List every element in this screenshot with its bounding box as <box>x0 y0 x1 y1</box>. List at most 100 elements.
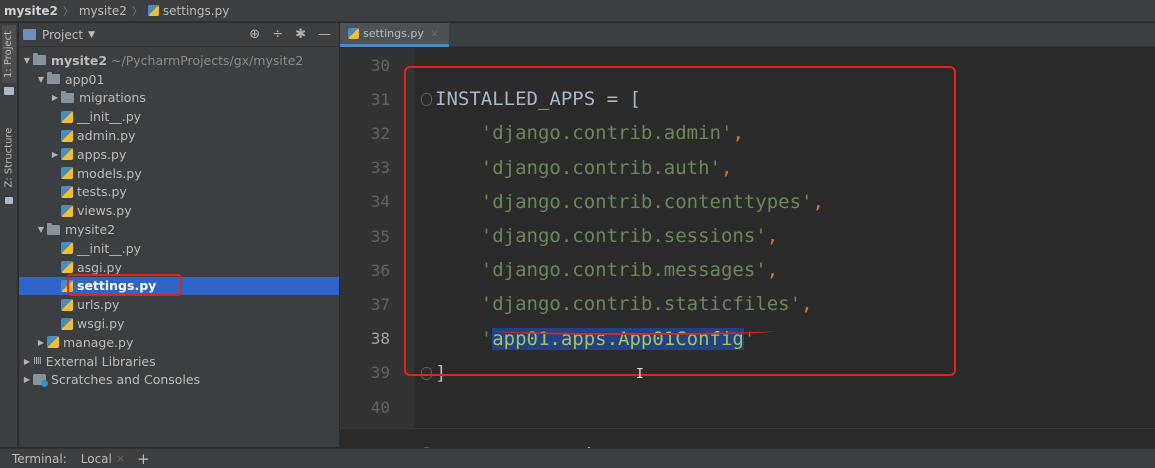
project-panel: Project ▼ ⊕ ÷ ✱ — ▼ mysite2 ~/PycharmProje… <box>19 23 339 447</box>
project-panel-header: Project ▼ ⊕ ÷ ✱ — <box>19 23 339 47</box>
tree-item-label: External Libraries <box>45 353 156 369</box>
tree-item[interactable]: views.py <box>19 201 339 220</box>
terminal-label[interactable]: Terminal: <box>12 452 67 466</box>
tree-item-label: app01 <box>65 71 105 87</box>
tree-item-label: mysite2 <box>65 222 116 238</box>
project-view-icon <box>23 29 36 40</box>
python-file-icon <box>61 167 73 180</box>
tree-item-label: __init__.py <box>77 240 142 256</box>
editor-tab-bar: settings.py × <box>340 23 1155 47</box>
close-icon[interactable]: × <box>116 452 125 465</box>
bottom-tool-bar: Terminal: Local × + <box>0 448 1155 468</box>
line-number: 37 <box>370 294 390 314</box>
tree-item[interactable]: ▶ manage.py <box>19 333 339 352</box>
tree-item-label: mysite2 <box>51 52 108 68</box>
tree-item-label: apps.py <box>77 146 127 162</box>
project-tool-button[interactable]: 1: Project <box>2 25 16 83</box>
tree-item[interactable]: ▼ mysite2 ~/PycharmProjects/gx/mysite2 <box>19 51 339 70</box>
python-file-icon <box>61 129 73 142</box>
close-icon[interactable]: × <box>430 27 439 40</box>
project-view-selector[interactable]: Project <box>42 28 83 42</box>
tree-item[interactable]: ▶ IIII External Libraries <box>19 352 339 371</box>
chevron-right-icon: 〉 <box>62 4 74 18</box>
text-cursor-icon: I <box>636 367 644 382</box>
chevron-right-icon: 〉 <box>131 4 143 18</box>
tree-item[interactable]: ▼ mysite2 <box>19 220 339 239</box>
collapse-arrow-icon[interactable]: ▶ <box>49 150 61 159</box>
collapse-arrow-icon[interactable]: ▶ <box>35 338 47 347</box>
python-file-icon <box>61 204 73 217</box>
line-number: 30 <box>370 55 390 75</box>
line-number: 34 <box>370 192 390 212</box>
folder-icon <box>33 53 46 66</box>
tree-item[interactable]: ▶ migrations <box>19 89 339 108</box>
python-file-icon <box>61 148 73 161</box>
line-number: 33 <box>370 158 390 178</box>
tree-item[interactable]: admin.py <box>19 126 339 145</box>
collapse-all-icon[interactable]: ÷ <box>272 27 283 42</box>
expand-arrow-icon[interactable]: ▼ <box>21 56 33 65</box>
annotation-highlight-box <box>67 274 182 296</box>
line-number: 39 <box>370 363 390 383</box>
collapse-arrow-icon[interactable]: ▶ <box>21 357 33 366</box>
structure-tool-button[interactable]: Z: Structure <box>2 121 16 193</box>
tree-item-label: migrations <box>79 90 146 106</box>
tree-item[interactable]: tests.py <box>19 183 339 202</box>
tree-item-label: asgi.py <box>77 259 122 275</box>
python-file-icon <box>61 317 73 330</box>
project-tree: ▼ mysite2 ~/PycharmProjects/gx/mysite2 ▼ app… <box>19 47 339 389</box>
collapse-arrow-icon[interactable]: ▶ <box>49 93 61 102</box>
scratches-icon <box>33 374 48 388</box>
collapse-arrow-icon[interactable]: ▶ <box>21 375 33 384</box>
library-icon: IIII <box>33 355 42 367</box>
line-number: 35 <box>370 226 390 246</box>
add-terminal-icon[interactable]: + <box>137 450 150 468</box>
breadcrumb-item-project[interactable]: mysite2 <box>4 4 58 18</box>
gear-icon[interactable]: ✱ <box>295 27 306 42</box>
terminal-tab-local[interactable]: Local <box>81 452 112 466</box>
chevron-down-icon[interactable]: ▼ <box>88 30 95 40</box>
line-number: 40 <box>370 397 390 417</box>
folder-icon <box>47 222 60 235</box>
tree-item[interactable]: ▶ apps.py <box>19 145 339 164</box>
tree-item-label: admin.py <box>77 128 136 144</box>
folder-icon <box>47 72 60 85</box>
expand-arrow-icon[interactable]: ▼ <box>35 75 47 84</box>
tree-item-label: wsgi.py <box>77 316 125 332</box>
folder-icon <box>4 87 14 95</box>
tree-item-label: tests.py <box>77 184 127 200</box>
tree-item[interactable]: ▶ Scratches and Consoles <box>19 371 339 390</box>
tree-item[interactable]: __init__.py <box>19 107 339 126</box>
tree-item-label: __init__.py <box>77 109 142 125</box>
tree-item[interactable]: wsgi.py <box>19 314 339 333</box>
expand-arrow-icon[interactable]: ▼ <box>35 225 47 234</box>
breadcrumb-item-package[interactable]: mysite2 <box>79 4 127 18</box>
python-file-icon <box>61 185 73 198</box>
tree-item-label: Scratches and Consoles <box>51 372 201 388</box>
tree-item[interactable]: models.py <box>19 164 339 183</box>
tree-item-label: models.py <box>77 165 142 181</box>
editor-tab-settings[interactable]: settings.py × <box>340 23 450 47</box>
python-file-icon <box>348 28 359 39</box>
breadcrumb: mysite2 〉 mysite2 〉 settings.py <box>0 0 1155 22</box>
tree-item[interactable]: ▼ app01 <box>19 70 339 89</box>
tree-item-label: manage.py <box>63 334 134 350</box>
tool-window-stripe: 1: Project Z: Structure <box>0 23 18 447</box>
project-path: ~/PycharmProjects/gx/mysite2 <box>111 52 304 68</box>
python-file-icon <box>47 336 59 349</box>
hide-panel-icon[interactable]: — <box>318 27 331 42</box>
tree-item-label: views.py <box>77 203 132 219</box>
line-number: 31 <box>370 89 390 109</box>
tree-item-label: urls.py <box>77 297 120 313</box>
annotation-underline <box>493 327 775 335</box>
horizontal-scrollbar[interactable] <box>340 428 1155 447</box>
folder-icon <box>61 90 74 103</box>
python-file-icon <box>61 242 73 255</box>
breadcrumb-item-file[interactable]: settings.py <box>163 4 229 18</box>
tree-item[interactable]: __init__.py <box>19 239 339 258</box>
python-file-icon <box>61 298 73 311</box>
python-file-icon <box>147 5 159 16</box>
locate-file-icon[interactable]: ⊕ <box>249 27 260 42</box>
line-number: 38 <box>370 329 390 349</box>
tree-item[interactable]: urls.py <box>19 295 339 314</box>
